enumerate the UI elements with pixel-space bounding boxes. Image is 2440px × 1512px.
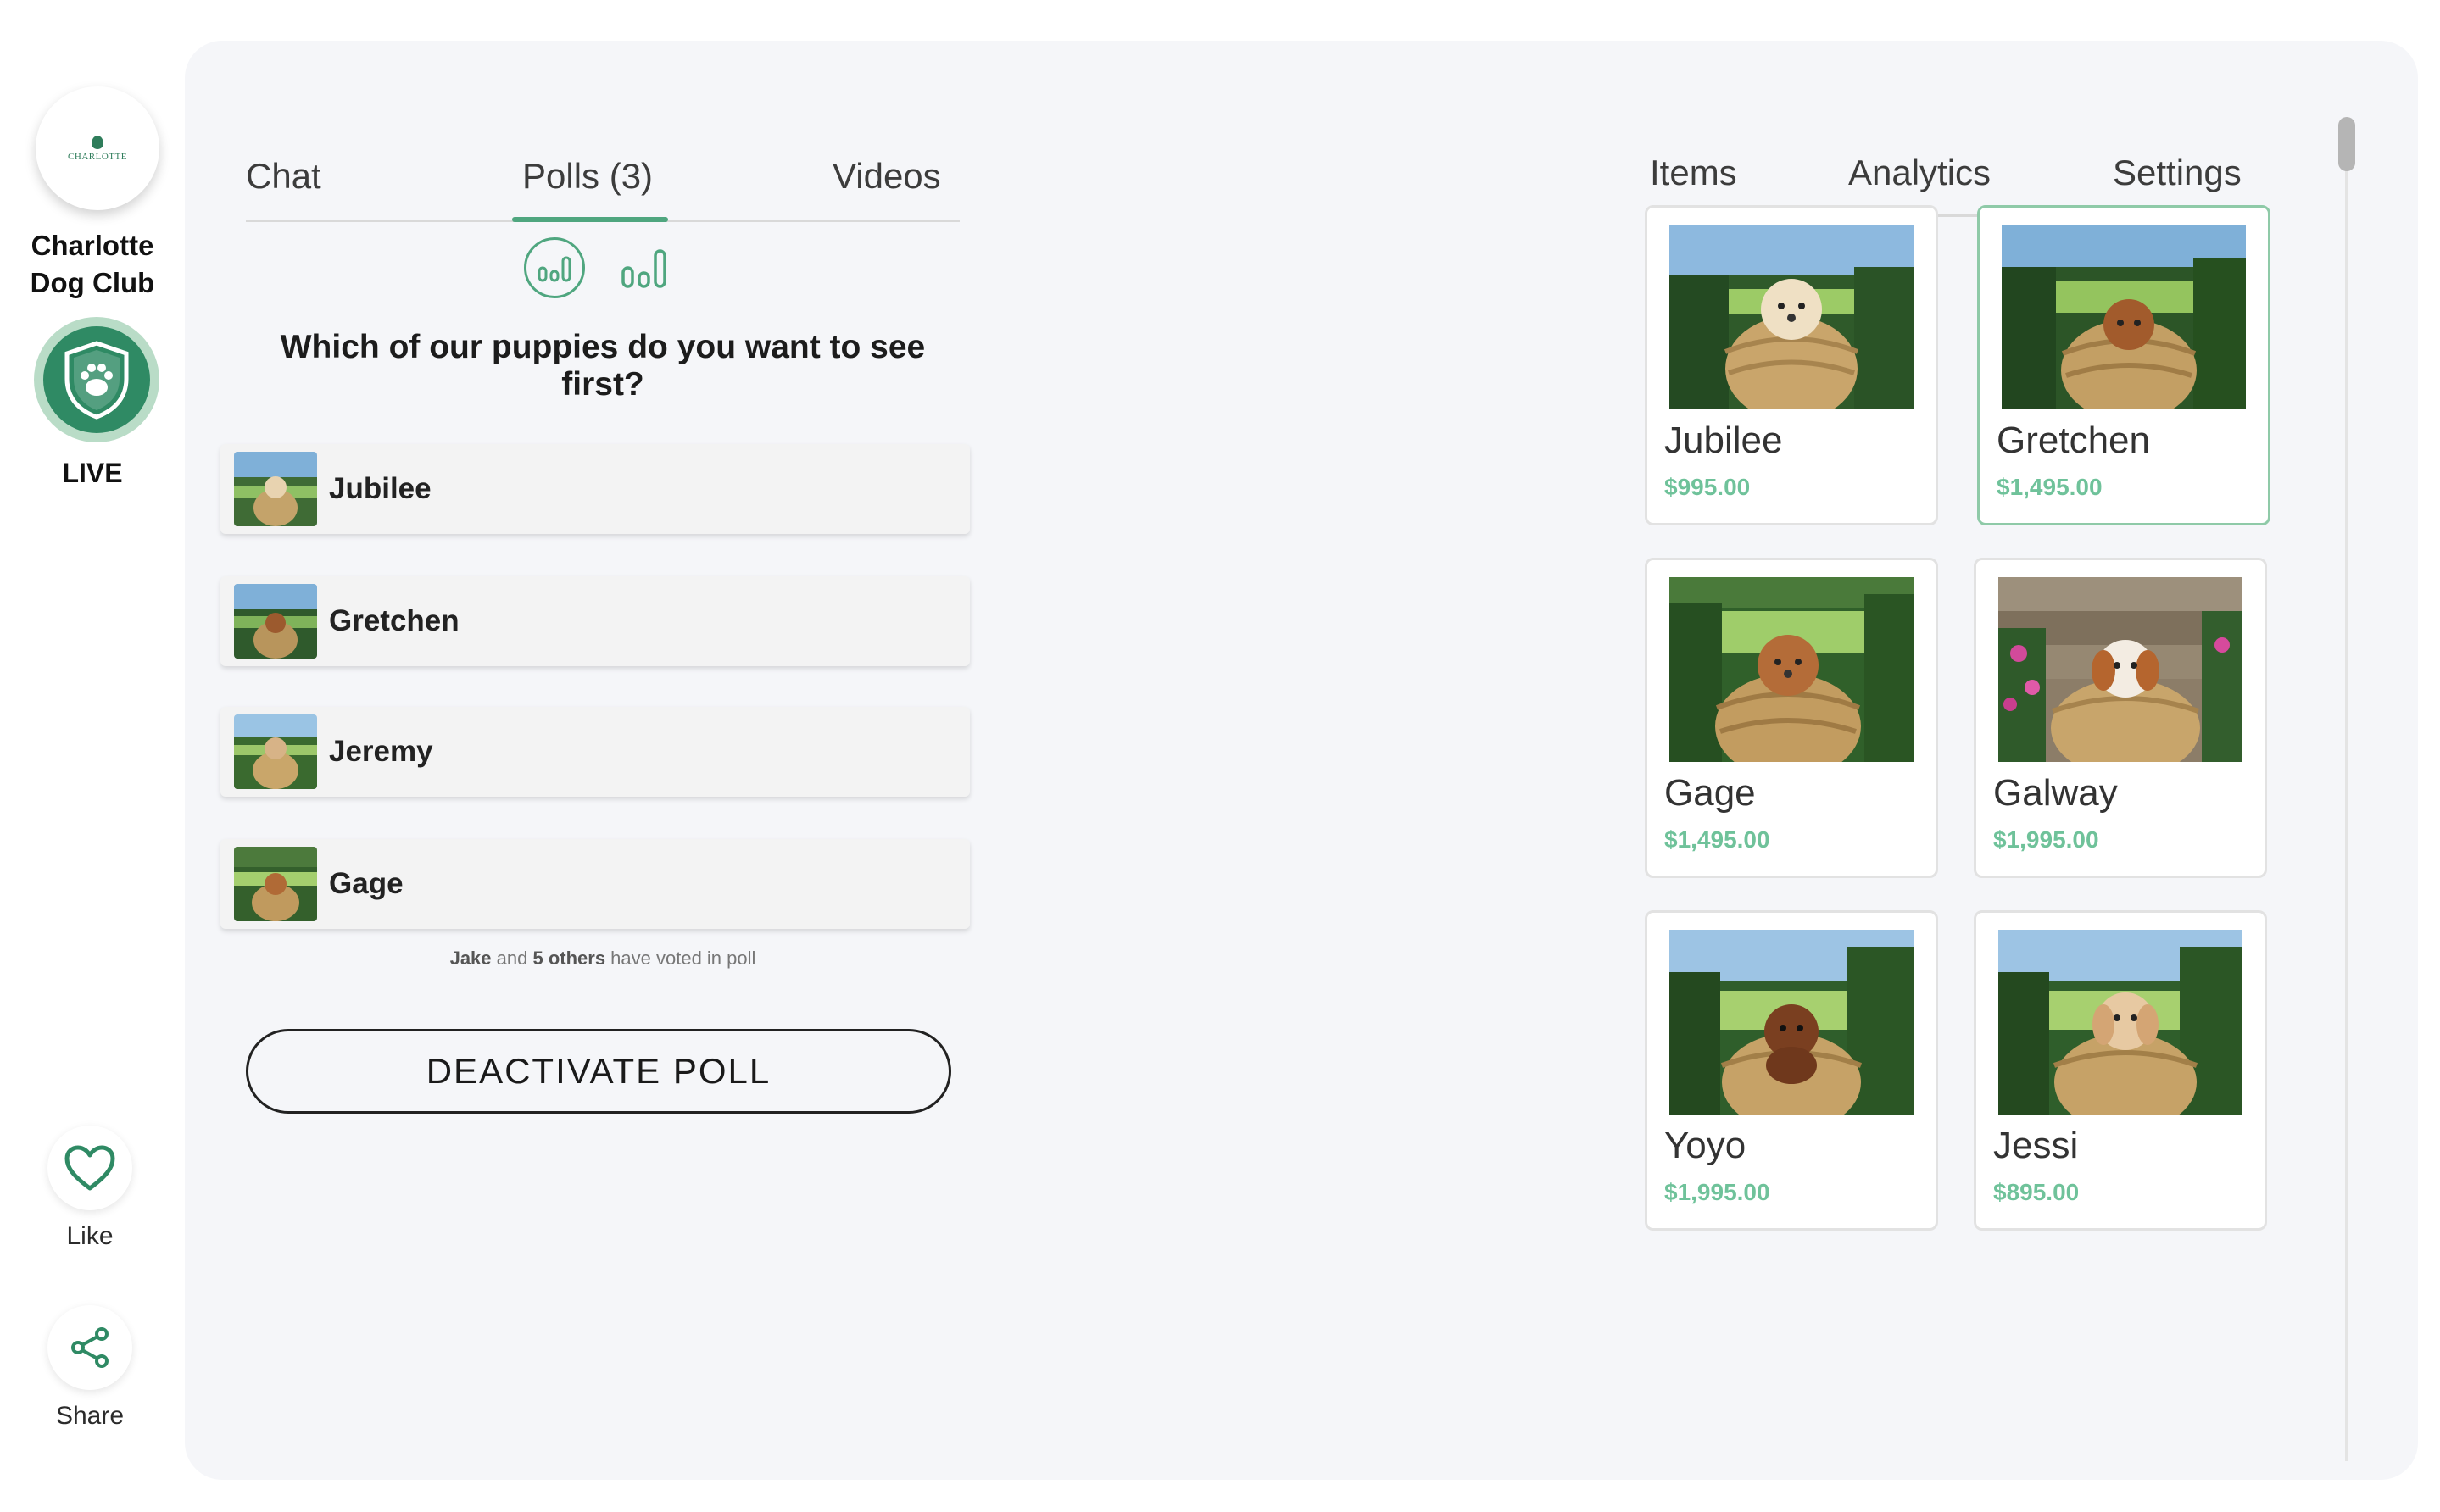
vote-summary-tail: have voted in poll: [605, 948, 756, 969]
poll-option-label: Jubilee: [329, 472, 432, 505]
live-label: LIVE: [62, 458, 123, 488]
poll-option-gretchen[interactable]: Gretchen: [220, 576, 970, 666]
poll-chart-button[interactable]: [614, 237, 675, 298]
logo-mark-icon: [92, 135, 103, 149]
item-name: Jubilee: [1664, 420, 1783, 461]
like-circle[interactable]: [47, 1126, 132, 1210]
item-photo: [1669, 225, 1914, 409]
item-card-yoyo[interactable]: Yoyo $1,995.00: [1645, 910, 1938, 1231]
brand-name: Charlotte Dog Club: [0, 227, 185, 302]
poll-question: Which of our puppies do you want to see …: [280, 329, 926, 403]
left-rail: CHARLOTTE Charlotte Dog Club LIVE Like S…: [0, 0, 185, 1512]
item-photo: [2002, 225, 2246, 409]
left-tab-bar: Chat Polls (3) Videos: [246, 117, 960, 222]
tab-polls[interactable]: Polls (3): [511, 156, 669, 222]
poll-option-label: Jeremy: [329, 735, 433, 768]
poll-option-jeremy[interactable]: Jeremy: [220, 707, 970, 797]
voter-name: Jake: [449, 948, 492, 969]
item-name: Jessi: [1993, 1125, 2079, 1166]
paw-shield-icon: [64, 341, 129, 420]
poll-option-jubilee[interactable]: Jubilee: [220, 444, 970, 534]
poll-chart-selected-button[interactable]: [524, 237, 585, 298]
item-card-galway[interactable]: Galway $1,995.00: [1974, 558, 2267, 878]
poll-option-gage[interactable]: Gage: [220, 839, 970, 929]
item-card-gretchen[interactable]: Gretchen $1,495.00: [1977, 205, 2270, 525]
item-name: Yoyo: [1664, 1125, 1746, 1166]
brand-name-line-2: Dog Club: [30, 267, 155, 298]
item-photo: [1669, 577, 1914, 762]
tab-analytics[interactable]: Analytics: [1848, 153, 1991, 193]
item-price: $1,495.00: [1997, 474, 2103, 500]
item-price: $1,995.00: [1993, 826, 2099, 853]
share-icon: [71, 1327, 109, 1368]
poll-option-label: Gage: [329, 867, 404, 900]
puppy-thumbnail: [234, 452, 317, 526]
item-card-jubilee[interactable]: Jubilee $995.00: [1645, 205, 1938, 525]
item-name: Gage: [1664, 772, 1756, 814]
bar-chart-icon: [621, 249, 666, 288]
tab-settings[interactable]: Settings: [2113, 153, 2242, 193]
item-photo: [1998, 930, 2242, 1115]
tab-items[interactable]: Items: [1648, 153, 1776, 217]
item-card-jessi[interactable]: Jessi $895.00: [1974, 910, 2267, 1231]
item-price: $1,495.00: [1664, 826, 1770, 853]
brand-name-line-1: Charlotte: [31, 230, 154, 261]
live-badge-inner: [43, 326, 150, 433]
like-button[interactable]: Like: [46, 1126, 134, 1251]
vote-summary-and: and: [491, 948, 533, 969]
puppy-thumbnail: [234, 847, 317, 921]
poll-vote-summary: Jake and 5 others have voted in poll: [246, 948, 960, 970]
puppy-thumbnail: [234, 714, 317, 789]
deactivate-poll-button[interactable]: DEACTIVATE POLL: [246, 1029, 951, 1114]
scrollbar-track[interactable]: [2345, 122, 2348, 1461]
tab-videos[interactable]: Videos: [833, 156, 941, 197]
share-button[interactable]: Share: [46, 1305, 134, 1431]
live-badge[interactable]: [34, 317, 159, 442]
poll-option-label: Gretchen: [329, 604, 460, 637]
bar-chart-icon: [538, 256, 571, 282]
like-label: Like: [66, 1222, 114, 1250]
item-name: Gretchen: [1997, 420, 2150, 461]
heart-icon: [64, 1145, 115, 1191]
item-price: $995.00: [1664, 474, 1751, 500]
item-photo: [1998, 577, 2242, 762]
other-voters-count: 5 others: [532, 948, 606, 969]
item-name: Galway: [1993, 772, 2118, 814]
share-circle[interactable]: [47, 1305, 132, 1390]
share-label: Share: [55, 1402, 125, 1430]
poll-type-icons: [524, 237, 694, 305]
puppy-thumbnail: [234, 584, 317, 659]
item-card-gage[interactable]: Gage $1,495.00: [1645, 558, 1938, 878]
logo-wordmark: CHARLOTTE: [68, 151, 127, 162]
item-price: $1,995.00: [1664, 1179, 1770, 1205]
item-photo: [1669, 930, 1914, 1115]
main-panel: Chat Polls (3) Videos Which of our puppi…: [185, 41, 2418, 1480]
tab-chat[interactable]: Chat: [246, 156, 321, 197]
brand-logo[interactable]: CHARLOTTE: [36, 86, 159, 210]
item-price: $895.00: [1993, 1179, 2080, 1205]
scrollbar-thumb[interactable]: [2338, 117, 2355, 171]
right-tab-bar: Items Analytics Settings: [1648, 117, 2262, 217]
